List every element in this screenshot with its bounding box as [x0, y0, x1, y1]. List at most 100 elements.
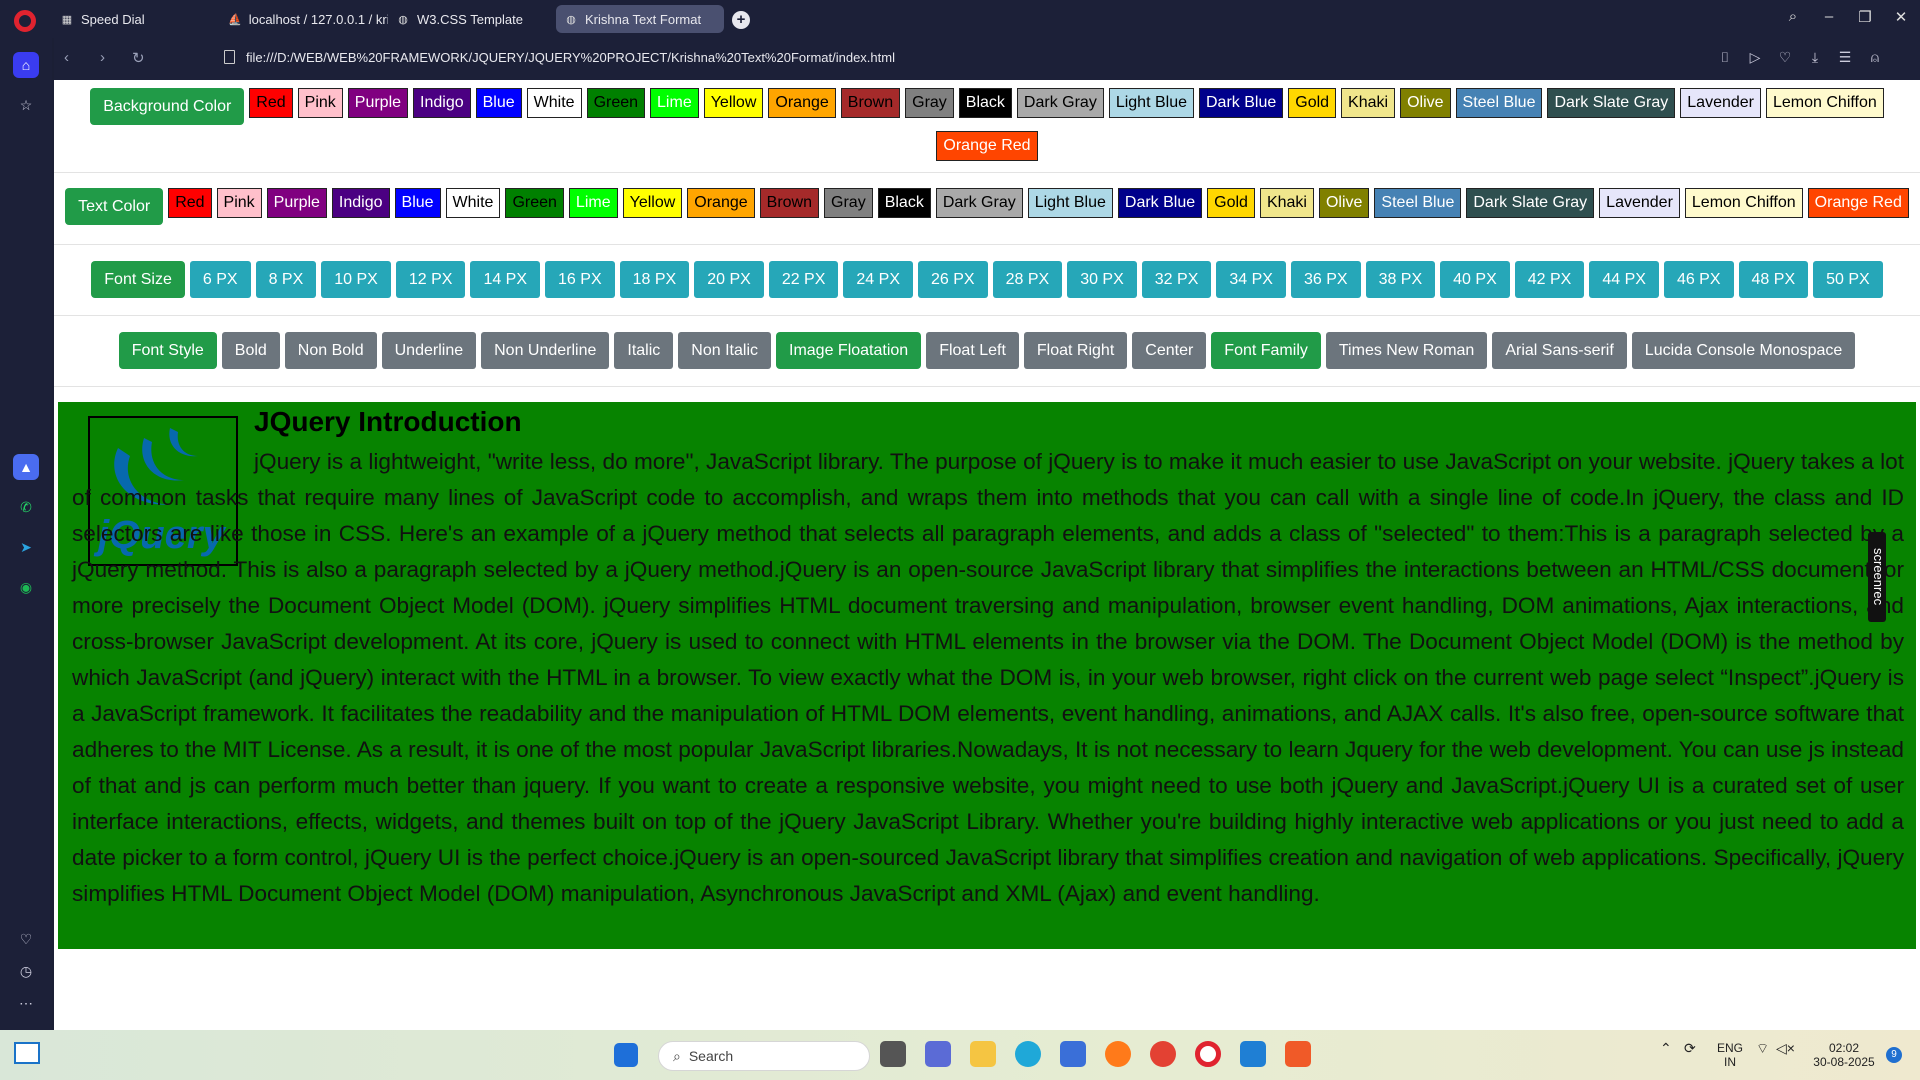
wifi-icon[interactable]: ⌔ — [1756, 1041, 1769, 1055]
chrome-icon[interactable] — [1150, 1041, 1176, 1067]
text-color-light-blue-button[interactable]: Light Blue — [1027, 188, 1113, 218]
download-icon[interactable]: ⤓ — [1806, 49, 1824, 66]
bg-color-red-button[interactable]: Red — [249, 88, 293, 118]
store-icon[interactable] — [1060, 1041, 1086, 1067]
opera-icon[interactable] — [1195, 1041, 1221, 1067]
bg-color-pink-button[interactable]: Pink — [297, 88, 343, 118]
new-tab-button[interactable]: + — [732, 11, 750, 29]
bg-color-olive-button[interactable]: Olive — [1400, 88, 1451, 118]
bg-color-brown-button[interactable]: Brown — [840, 88, 901, 118]
bg-color-blue-button[interactable]: Blue — [475, 88, 522, 118]
font-size-10px-button[interactable]: 10 PX — [321, 261, 391, 298]
text-color-indigo-button[interactable]: Indigo — [331, 188, 390, 218]
font-size-34px-button[interactable]: 34 PX — [1216, 261, 1286, 298]
home-icon[interactable]: ⌂ — [13, 52, 39, 78]
font-size-40px-button[interactable]: 40 PX — [1440, 261, 1510, 298]
edge-icon[interactable] — [1015, 1041, 1041, 1067]
camera-icon[interactable]: ⌷ — [1716, 49, 1734, 66]
text-color-steel-blue-button[interactable]: Steel Blue — [1374, 188, 1462, 218]
widgets-icon[interactable] — [14, 1042, 40, 1064]
bg-color-lemon-chiffon-button[interactable]: Lemon Chiffon — [1766, 88, 1884, 118]
firefox-icon[interactable] — [1105, 1041, 1131, 1067]
font-size-18px-button[interactable]: 18 PX — [619, 261, 690, 298]
bg-color-dark-blue-button[interactable]: Dark Blue — [1199, 88, 1284, 118]
font-size-32px-button[interactable]: 32 PX — [1141, 261, 1212, 298]
font-size-38px-button[interactable]: 38 PX — [1365, 261, 1436, 298]
text-color-label[interactable]: Text Color — [65, 188, 164, 225]
close-icon[interactable]: ✕ — [1890, 8, 1912, 26]
font-size-label[interactable]: Font Size — [91, 261, 185, 298]
text-color-olive-button[interactable]: Olive — [1318, 188, 1370, 218]
font-size-48px-button[interactable]: 48 PX — [1738, 261, 1809, 298]
bg-color-orange-red-button[interactable]: Orange Red — [936, 131, 1038, 161]
font-size-50px-button[interactable]: 50 PX — [1813, 261, 1883, 298]
text-color-white-button[interactable]: White — [445, 188, 501, 218]
text-color-purple-button[interactable]: Purple — [266, 188, 327, 218]
text-color-blue-button[interactable]: Blue — [394, 188, 441, 218]
heart-icon[interactable]: ♡ — [1776, 49, 1794, 66]
opera-logo-icon[interactable] — [14, 10, 36, 32]
screenrec-overlay[interactable]: screenrec — [1868, 532, 1886, 622]
float-left-button[interactable]: Float Left — [926, 332, 1019, 369]
font-size-14px-button[interactable]: 14 PX — [470, 261, 541, 298]
font-size-36px-button[interactable]: 36 PX — [1290, 261, 1361, 298]
bg-color-steel-blue-button[interactable]: Steel Blue — [1455, 88, 1543, 118]
font-size-8px-button[interactable]: 8 PX — [255, 261, 317, 298]
text-color-dark-gray-button[interactable]: Dark Gray — [935, 188, 1023, 218]
text-color-yellow-button[interactable]: Yellow — [622, 188, 683, 218]
minimize-icon[interactable]: – — [1818, 8, 1840, 25]
history-icon[interactable]: ◷ — [13, 958, 39, 984]
text-color-gray-button[interactable]: Gray — [824, 188, 873, 218]
center-button[interactable]: Center — [1132, 332, 1207, 369]
lucida-console-monospace-button[interactable]: Lucida Console Monospace — [1631, 332, 1856, 369]
bg-color-gray-button[interactable]: Gray — [905, 88, 954, 118]
speaker-mute-icon[interactable]: ◁× — [1776, 1041, 1795, 1055]
text-color-black-button[interactable]: Black — [877, 188, 931, 218]
teams-icon[interactable] — [925, 1041, 951, 1067]
font-family-button[interactable]: Font Family — [1211, 332, 1321, 369]
text-color-orange-button[interactable]: Orange — [687, 188, 755, 218]
text-color-lime-button[interactable]: Lime — [568, 188, 618, 218]
heart-icon[interactable]: ♡ — [13, 926, 39, 952]
aria-icon[interactable]: ▲ — [13, 454, 39, 480]
font-style-button[interactable]: Font Style — [118, 332, 217, 369]
vscode-icon[interactable] — [1240, 1041, 1266, 1067]
whatsapp-icon[interactable]: ✆ — [13, 494, 39, 520]
notification-badge[interactable]: 9 — [1886, 1047, 1902, 1063]
bg-color-yellow-button[interactable]: Yellow — [703, 88, 764, 118]
taskbar-search[interactable]: ⌕ Search — [658, 1041, 870, 1071]
bg-color-purple-button[interactable]: Purple — [347, 88, 409, 118]
star-icon[interactable]: ☆ — [13, 92, 39, 118]
non-italic-button[interactable]: Non Italic — [678, 332, 771, 369]
font-size-22px-button[interactable]: 22 PX — [768, 261, 839, 298]
tab-krishna-text-format[interactable]: ◍ Krishna Text Format — [556, 5, 724, 33]
spotify-icon[interactable]: ◉ — [13, 574, 39, 600]
font-size-12px-button[interactable]: 12 PX — [395, 261, 466, 298]
search-tabs-icon[interactable]: ⌕ — [1782, 8, 1804, 25]
windows-start-icon[interactable] — [614, 1043, 638, 1067]
text-color-khaki-button[interactable]: Khaki — [1259, 188, 1314, 218]
text-color-red-button[interactable]: Red — [168, 188, 212, 218]
bg-color-lime-button[interactable]: Lime — [650, 88, 699, 118]
forward-icon[interactable]: › — [100, 49, 105, 66]
font-size-26px-button[interactable]: 26 PX — [918, 261, 988, 298]
background-color-label[interactable]: Background Color — [90, 88, 245, 125]
font-size-42px-button[interactable]: 42 PX — [1514, 261, 1585, 298]
task-view-icon[interactable] — [880, 1041, 906, 1067]
clock[interactable]: 02:02 30-08-2025 — [1812, 1041, 1876, 1069]
font-size-24px-button[interactable]: 24 PX — [843, 261, 913, 298]
font-size-20px-button[interactable]: 20 PX — [694, 261, 764, 298]
reload-icon[interactable]: ↻ — [132, 49, 145, 67]
bg-color-white-button[interactable]: White — [526, 88, 582, 118]
restore-icon[interactable]: ❐ — [1854, 8, 1876, 26]
text-color-dark-blue-button[interactable]: Dark Blue — [1117, 188, 1203, 218]
text-color-pink-button[interactable]: Pink — [216, 188, 262, 218]
text-color-dark-slate-gray-button[interactable]: Dark Slate Gray — [1466, 188, 1595, 218]
sync-icon[interactable]: ⟳ — [1684, 1041, 1696, 1055]
non-bold-button[interactable]: Non Bold — [284, 332, 377, 369]
font-size-30px-button[interactable]: 30 PX — [1067, 261, 1137, 298]
times-new-roman-button[interactable]: Times New Roman — [1325, 332, 1488, 369]
xampp-icon[interactable] — [1285, 1041, 1311, 1067]
bg-color-khaki-button[interactable]: Khaki — [1341, 88, 1396, 118]
non-underline-button[interactable]: Non Underline — [481, 332, 610, 369]
